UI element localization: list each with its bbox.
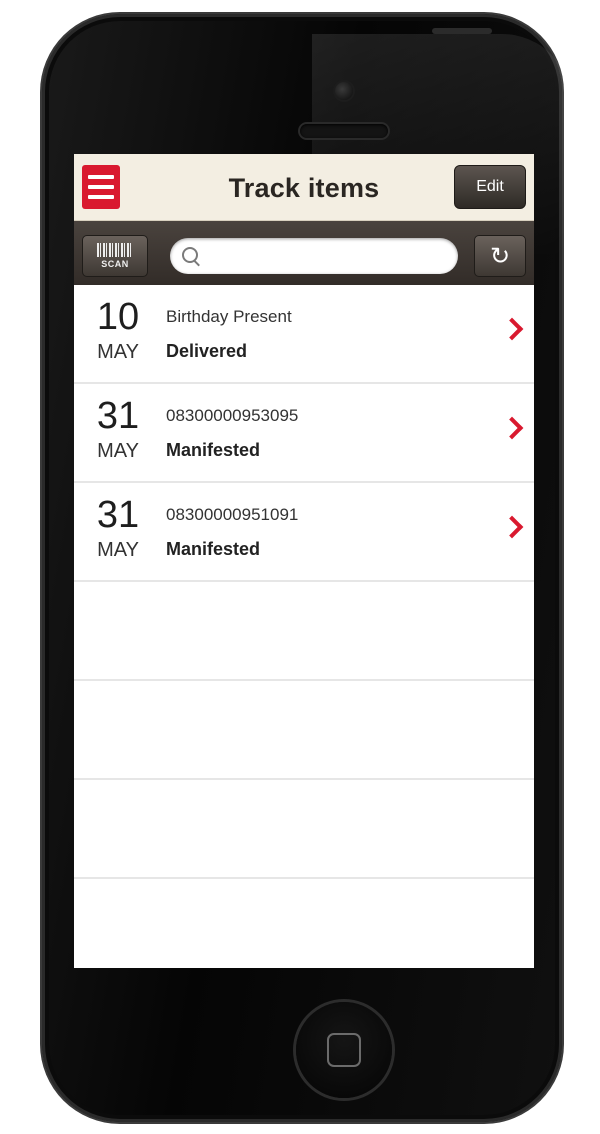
item-name: Birthday Present — [166, 307, 292, 326]
item-day: 10 — [96, 296, 140, 338]
item-day: 31 — [96, 395, 140, 437]
edit-button[interactable]: Edit — [454, 165, 526, 209]
chevron-right-icon — [500, 515, 524, 539]
app-screen: Track items Edit SCAN ↻ 10 MAY Birthday … — [74, 154, 534, 968]
item-month: MAY — [97, 341, 139, 363]
item-month: MAY — [97, 539, 139, 561]
item-name: 08300000951091 — [166, 505, 299, 524]
scan-button[interactable]: SCAN — [82, 235, 148, 277]
search-input[interactable] — [204, 242, 448, 272]
chevron-right-icon — [500, 416, 524, 440]
item-status: Manifested — [166, 440, 261, 460]
navigation-bar: Track items Edit — [74, 154, 534, 221]
empty-row — [74, 582, 534, 681]
item-status: Delivered — [166, 341, 248, 361]
home-button[interactable] — [296, 1002, 392, 1098]
item-month: MAY — [97, 440, 139, 462]
item-name: 08300000953095 — [166, 406, 299, 425]
refresh-icon: ↻ — [489, 242, 511, 270]
power-button — [432, 28, 492, 34]
tracked-items-list: 10 MAY Birthday Present Delivered 31 MAY… — [74, 285, 534, 879]
empty-row — [74, 681, 534, 780]
search-icon — [182, 247, 198, 263]
list-item[interactable]: 31 MAY 08300000951091 Manifested — [74, 483, 534, 582]
item-status: Manifested — [166, 539, 261, 559]
empty-row — [74, 780, 534, 879]
refresh-button[interactable]: ↻ — [474, 235, 526, 277]
search-toolbar: SCAN ↻ — [74, 221, 534, 285]
list-item[interactable]: 10 MAY Birthday Present Delivered — [74, 285, 534, 384]
earpiece-speaker — [300, 124, 388, 138]
list-item[interactable]: 31 MAY 08300000953095 Manifested — [74, 384, 534, 483]
home-square-icon — [327, 1033, 361, 1067]
barcode-icon — [97, 243, 133, 257]
search-field[interactable] — [170, 238, 458, 274]
front-camera — [335, 82, 353, 100]
chevron-right-icon — [500, 317, 524, 341]
scan-label: SCAN — [101, 259, 129, 269]
item-day: 31 — [96, 494, 140, 536]
